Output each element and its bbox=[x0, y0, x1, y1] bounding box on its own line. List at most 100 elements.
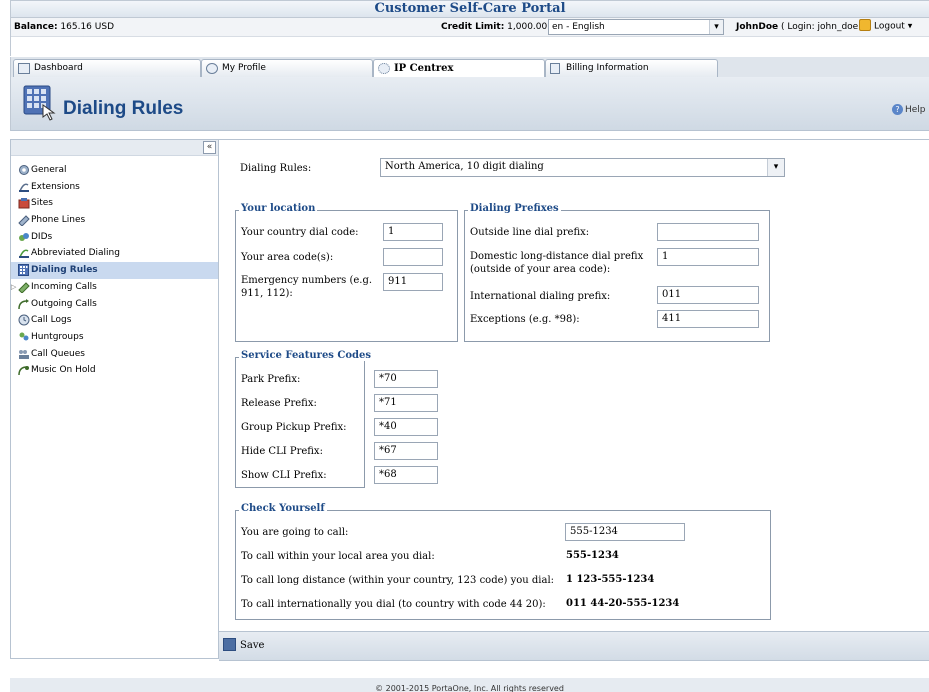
exceptions-label: Exceptions (e.g. *98): bbox=[470, 314, 580, 325]
sidebar-item-general[interactable]: General bbox=[11, 162, 218, 179]
sidebar-item-label: Call Logs bbox=[31, 315, 72, 326]
domestic-prefix-label-line2: (outside of your area code): bbox=[470, 264, 611, 275]
sidebar-item-phone-lines[interactable]: Phone Lines bbox=[11, 212, 218, 229]
release-prefix-input[interactable]: *71 bbox=[374, 394, 438, 412]
going-to-call-label: You are going to call: bbox=[241, 527, 349, 538]
hide-cli-label: Hide CLI Prefix: bbox=[241, 446, 323, 457]
sidebar-item-dialing-rules[interactable]: Dialing Rules bbox=[11, 262, 218, 279]
expand-icon[interactable]: ▷ bbox=[11, 279, 16, 295]
emergency-numbers-input[interactable]: 911 bbox=[383, 273, 443, 291]
tab-ip-centrex[interactable]: IP Centrex bbox=[373, 59, 545, 77]
dialing-rules-label: Dialing Rules: bbox=[240, 163, 312, 174]
profile-icon bbox=[206, 63, 218, 74]
sidebar-item-music-on-hold[interactable]: Music On Hold bbox=[11, 362, 218, 379]
sidebar-item-outgoing-calls[interactable]: Outgoing Calls bbox=[11, 296, 218, 313]
sidebar-item-call-queues[interactable]: Call Queues bbox=[11, 346, 218, 363]
dialing-rules-value: North America, 10 digit dialing bbox=[385, 161, 544, 172]
document-icon bbox=[550, 63, 560, 74]
page-header: Dialing Rules ? Help bbox=[10, 77, 929, 131]
balance-value: 165.16 USD bbox=[60, 22, 115, 32]
page-title: Dialing Rules bbox=[63, 98, 184, 119]
international-call-label: To call internationally you dial (to cou… bbox=[241, 599, 546, 610]
domestic-prefix-input[interactable]: 1 bbox=[657, 248, 759, 266]
dialing-rules-select[interactable]: North America, 10 digit dialing ▾ bbox=[380, 158, 785, 177]
lock-icon bbox=[859, 19, 871, 31]
tab-dashboard[interactable]: Dashboard bbox=[13, 59, 201, 77]
sidebar-item-extensions[interactable]: Extensions bbox=[11, 179, 218, 196]
sidebar-item-call-logs[interactable]: Call Logs bbox=[11, 312, 218, 329]
tab-billing-information[interactable]: Billing Information bbox=[545, 59, 718, 77]
tab-my-profile[interactable]: My Profile bbox=[201, 59, 373, 77]
chevron-down-icon: ▾ bbox=[907, 21, 913, 32]
sidebar-item-huntgroups[interactable]: Huntgroups bbox=[11, 329, 218, 346]
sidebar-item-sites[interactable]: Sites bbox=[11, 195, 218, 212]
dialing-prefixes-legend: Dialing Prefixes bbox=[468, 203, 561, 214]
tab-label: My Profile bbox=[222, 63, 266, 73]
sites-icon bbox=[18, 198, 30, 209]
international-call-value: 011 44-20-555-1234 bbox=[566, 598, 680, 609]
outgoing-calls-icon bbox=[18, 298, 29, 309]
local-call-value: 555-1234 bbox=[566, 550, 619, 561]
language-select[interactable]: en - English ▾ bbox=[548, 19, 724, 35]
international-prefix-input[interactable]: 011 bbox=[657, 286, 759, 304]
sidebar-collapse-bar: « bbox=[11, 140, 218, 156]
outside-prefix-input[interactable] bbox=[657, 223, 759, 241]
login-info: ( Login: john_doe ) bbox=[780, 22, 865, 32]
save-button[interactable]: Save bbox=[223, 638, 265, 652]
dashboard-icon bbox=[18, 63, 30, 74]
credit-limit-label: Credit Limit: bbox=[441, 22, 505, 32]
area-codes-input[interactable] bbox=[383, 248, 443, 266]
balance: Balance: 165.16 USD bbox=[14, 22, 114, 32]
account-info-row: Balance: 165.16 USD Credit Limit: 1,000.… bbox=[11, 18, 929, 37]
portal-title: Customer Self-Care Portal bbox=[10, 0, 929, 17]
dialing-prefixes-group: Dialing Prefixes Outside line dial prefi… bbox=[464, 203, 770, 342]
hide-cli-input[interactable]: *67 bbox=[374, 442, 438, 460]
group-pickup-label: Group Pickup Prefix: bbox=[241, 422, 347, 433]
show-cli-input[interactable]: *68 bbox=[374, 466, 438, 484]
show-cli-label: Show CLI Prefix: bbox=[241, 470, 327, 481]
your-location-legend: Your location bbox=[239, 203, 318, 214]
going-to-call-input[interactable]: 555-1234 bbox=[565, 523, 685, 541]
exceptions-input[interactable]: 411 bbox=[657, 310, 759, 328]
country-code-input[interactable]: 1 bbox=[383, 223, 443, 241]
phone-lines-icon bbox=[18, 215, 30, 227]
sidebar-item-label: General bbox=[31, 165, 67, 175]
user-name: JohnDoe bbox=[736, 22, 779, 32]
sidebar-item-dids[interactable]: DIDs bbox=[11, 229, 218, 246]
collapse-icon[interactable]: « bbox=[203, 141, 216, 154]
main-content: Dialing Rules: North America, 10 digit d… bbox=[219, 139, 929, 631]
check-yourself-legend: Check Yourself bbox=[239, 503, 327, 514]
sidebar-menu: General Extensions Sites Phone Lines DID… bbox=[11, 162, 218, 379]
incoming-calls-icon bbox=[18, 282, 30, 293]
save-label: Save bbox=[240, 640, 265, 651]
save-icon bbox=[223, 638, 236, 651]
sidebar-item-abbreviated-dialing[interactable]: Abbreviated Dialing bbox=[11, 245, 218, 262]
gear-icon bbox=[378, 63, 390, 74]
sidebar-item-label: Music On Hold bbox=[31, 365, 96, 376]
account-info-bar: Balance: 165.16 USD Credit Limit: 1,000.… bbox=[10, 17, 929, 56]
park-prefix-input[interactable]: *70 bbox=[374, 370, 438, 388]
gear-icon bbox=[19, 165, 29, 175]
long-distance-value: 1 123-555-1234 bbox=[566, 574, 655, 585]
sidebar-item-label: Sites bbox=[31, 198, 53, 209]
your-location-group: Your location Your country dial code: 1 … bbox=[235, 203, 458, 342]
save-bar: Save bbox=[219, 631, 929, 661]
local-call-label: To call within your local area you dial: bbox=[241, 551, 435, 562]
group-pickup-input[interactable]: *40 bbox=[374, 418, 438, 436]
music-on-hold-icon bbox=[18, 366, 29, 376]
tab-label: Billing Information bbox=[566, 63, 649, 73]
help-link[interactable]: ? Help bbox=[892, 104, 926, 115]
call-queues-icon bbox=[19, 349, 29, 359]
help-label: Help bbox=[905, 105, 926, 115]
sidebar-item-label: Extensions bbox=[31, 181, 80, 192]
international-prefix-label: International dialing prefix: bbox=[470, 291, 611, 302]
sidebar-item-label: Dialing Rules bbox=[31, 265, 98, 276]
dialing-rules-icon bbox=[23, 85, 56, 121]
logout-button[interactable]: Logout ▾ bbox=[859, 19, 913, 32]
domestic-prefix-label-line1: Domestic long-distance dial prefix bbox=[470, 251, 644, 262]
extensions-icon bbox=[19, 183, 29, 192]
sidebar-item-incoming-calls[interactable]: ▷ Incoming Calls bbox=[11, 279, 218, 296]
user-info: JohnDoe ( Login: john_doe ) | bbox=[736, 22, 871, 32]
emergency-label-line1: Emergency numbers (e.g. bbox=[241, 275, 373, 286]
sidebar-item-label: Incoming Calls bbox=[31, 281, 97, 292]
